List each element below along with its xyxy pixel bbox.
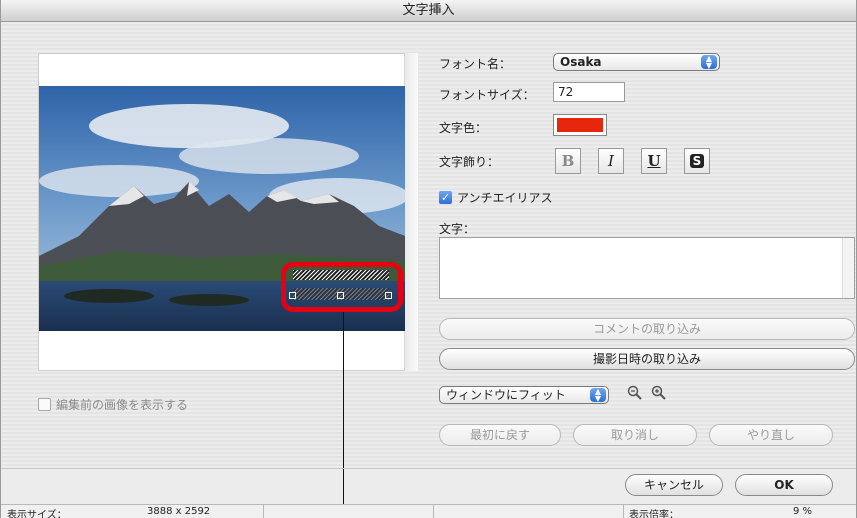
bold-button[interactable]: B	[555, 148, 581, 174]
color-swatch	[557, 118, 603, 132]
redo-button[interactable]: やり直し	[709, 424, 833, 446]
status-divider	[623, 505, 624, 518]
text-label: 文字：	[439, 222, 476, 236]
select-arrows-icon: ▲ ▼	[590, 388, 606, 403]
revert-button[interactable]: 最初に戻す	[439, 424, 561, 446]
cancel-button[interactable]: キャンセル	[625, 474, 723, 496]
preview-scrollbar[interactable]	[404, 53, 418, 371]
text-area-highlight	[281, 262, 403, 312]
ok-button[interactable]: OK	[735, 474, 833, 496]
antialias-option[interactable]: ✓ アンチエイリアス	[439, 189, 553, 206]
underline-button[interactable]: U	[641, 148, 667, 174]
status-bar: 表示サイズ： 3888 x 2592 表示倍率： 9 %	[1, 504, 856, 518]
font-name-select[interactable]: Osaka ▲ ▼	[553, 53, 720, 71]
show-original-option[interactable]: 編集前の画像を表示する	[38, 396, 188, 413]
text-color-button[interactable]	[553, 114, 607, 136]
font-size-label: フォントサイズ：	[439, 88, 535, 102]
zoom-select-value: ウィンドウにフィット	[446, 388, 566, 402]
text-input[interactable]	[439, 237, 855, 299]
shadow-button[interactable]: S	[684, 148, 710, 174]
zoom-in-icon[interactable]	[651, 385, 669, 403]
display-size-value: 3888 x 2592	[147, 506, 211, 517]
import-comment-button[interactable]: コメントの取り込み	[439, 318, 855, 340]
text-color-label: 文字色：	[439, 121, 488, 135]
text-input-scrollbar[interactable]	[842, 238, 854, 298]
window-title: 文字挿入	[1, 0, 856, 22]
antialias-label: アンチエイリアス	[457, 191, 553, 205]
zoom-select[interactable]: ウィンドウにフィット ▲ ▼	[439, 386, 609, 404]
select-arrows-icon: ▲ ▼	[701, 55, 717, 70]
callout-line	[343, 312, 344, 518]
footer-divider	[1, 468, 856, 469]
antialias-checkbox[interactable]: ✓	[439, 191, 452, 204]
show-original-label: 編集前の画像を表示する	[56, 398, 189, 412]
show-original-checkbox[interactable]	[38, 398, 51, 411]
import-datetime-button[interactable]: 撮影日時の取り込み	[439, 348, 855, 370]
font-size-input[interactable]: 72	[553, 82, 625, 102]
decoration-label: 文字飾り：	[439, 155, 500, 169]
font-name-label: フォント名：	[439, 57, 512, 71]
shadow-label: S	[690, 154, 704, 168]
zoom-rate-value: 9 %	[793, 506, 813, 517]
status-divider	[433, 505, 434, 518]
display-size-label: 表示サイズ：	[7, 510, 67, 518]
zoom-out-icon[interactable]	[627, 385, 645, 403]
status-divider	[263, 505, 264, 518]
text-insert-dialog: 文字挿入 編集前の画像を表示する フォント名： Osaka ▲ ▼ フォントサイ…	[0, 0, 857, 518]
italic-button[interactable]: I	[598, 148, 624, 174]
zoom-rate-label: 表示倍率：	[629, 510, 679, 518]
font-name-value: Osaka	[560, 55, 602, 69]
undo-button[interactable]: 取り消し	[573, 424, 697, 446]
